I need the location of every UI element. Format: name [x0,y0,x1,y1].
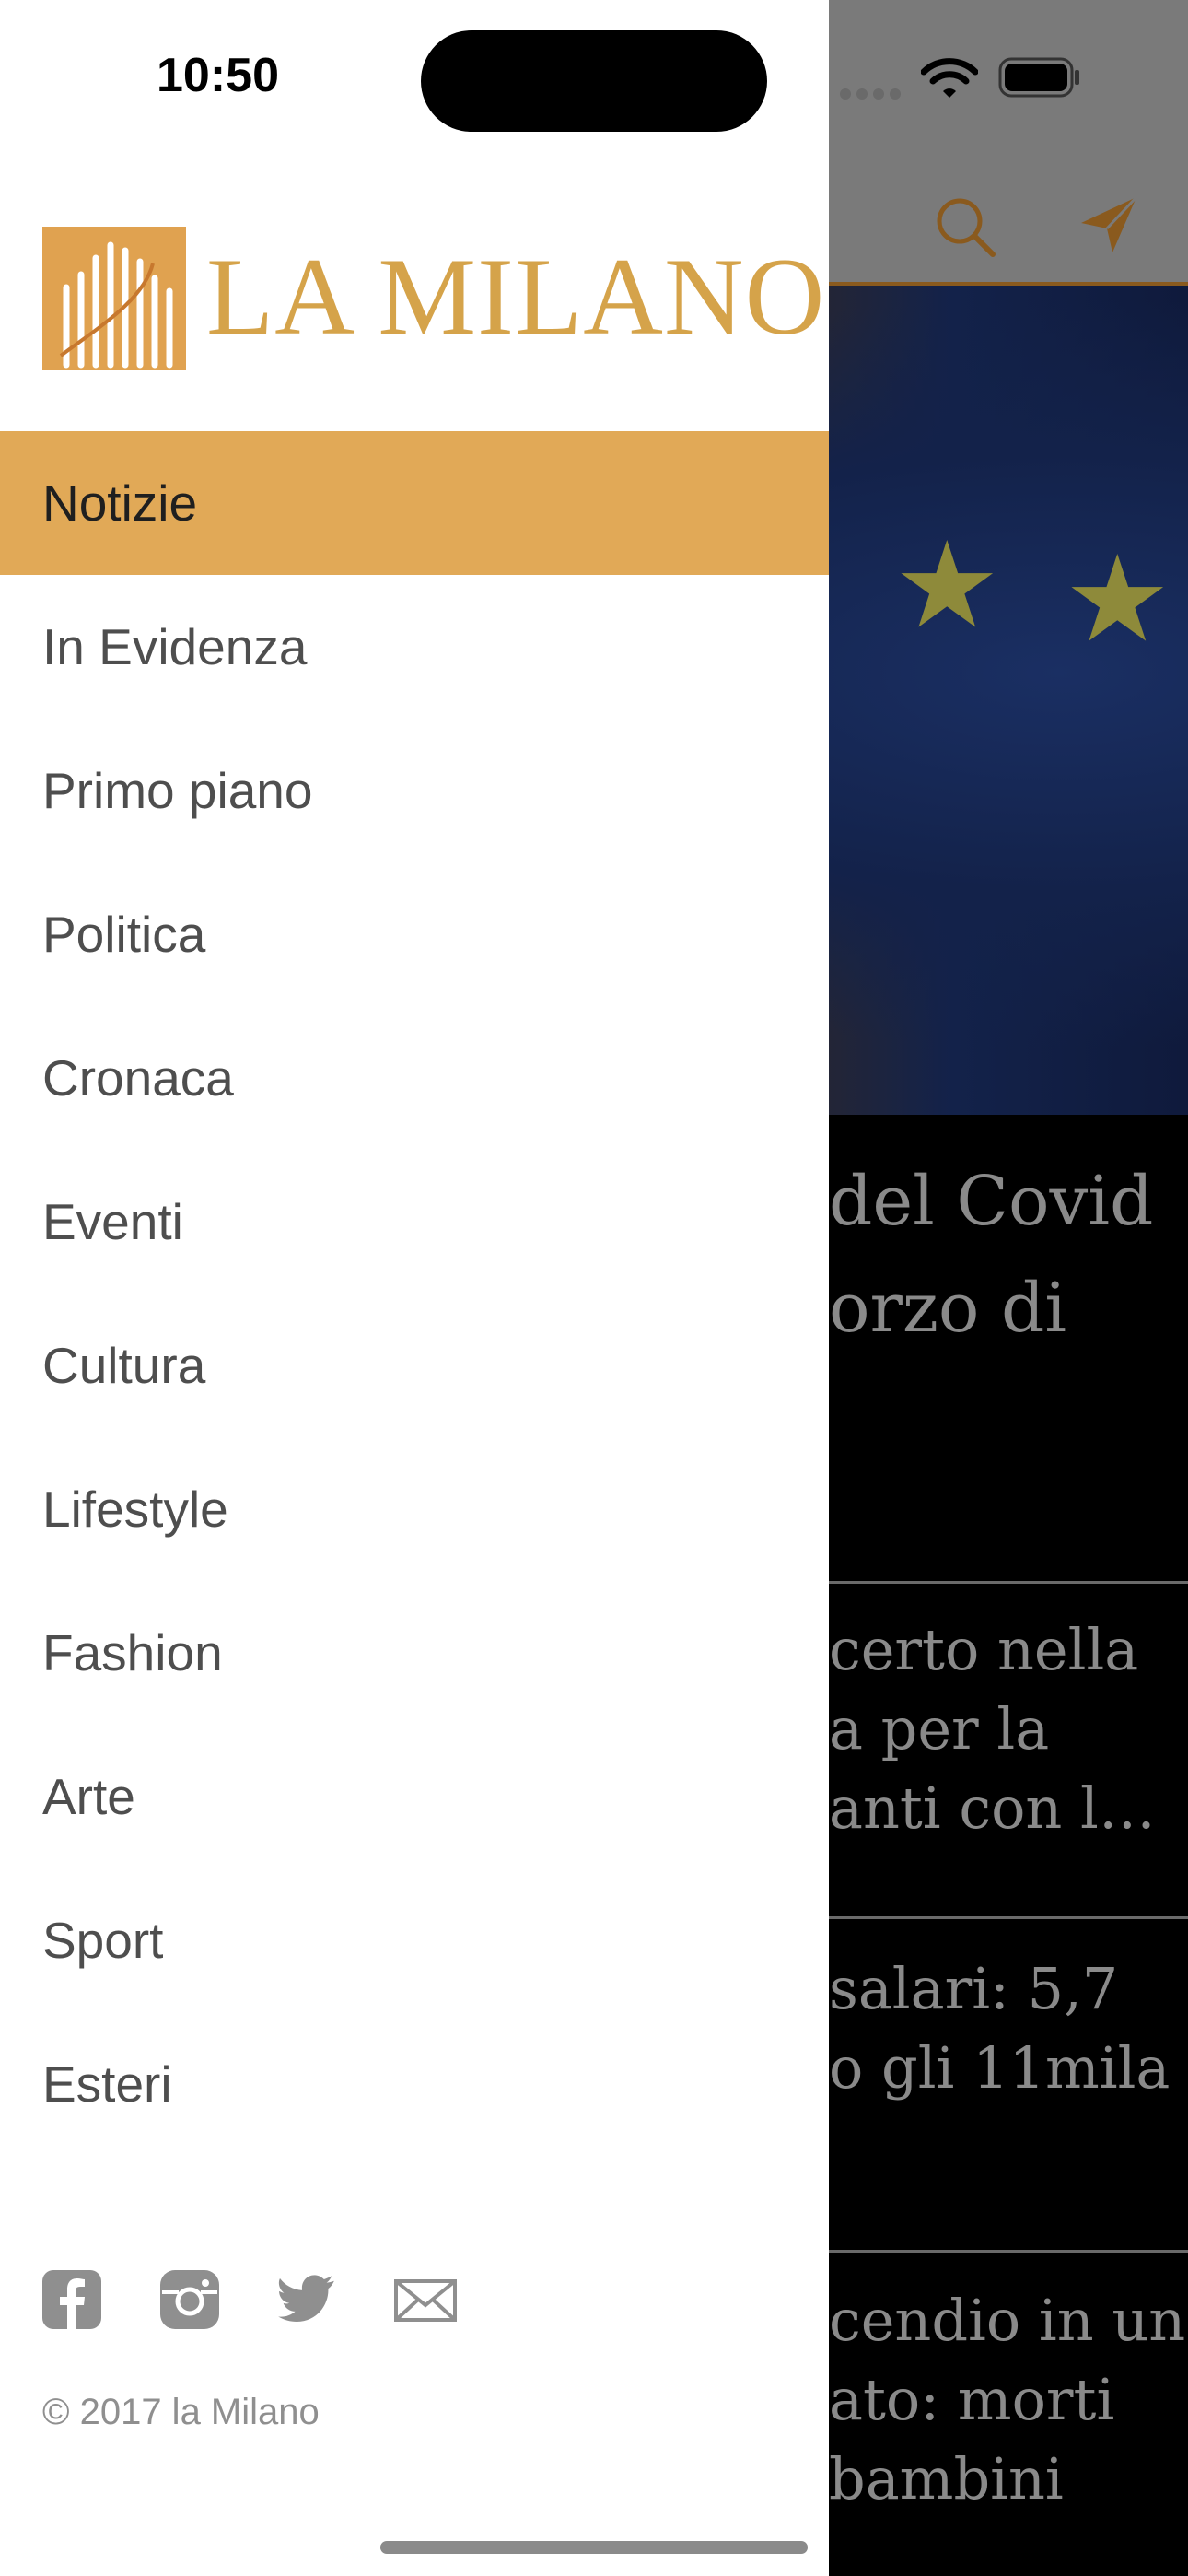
flag-star: ★ [893,515,1001,655]
copyright-text: © 2017 la Milano [42,2392,320,2432]
logo-mark-icon [42,227,186,370]
menu-item-eventi[interactable]: Eventi [0,1150,829,1294]
twitter-icon[interactable] [276,2268,339,2331]
cellular-signal-icon [840,88,901,100]
send-icon[interactable] [1076,192,1142,258]
hero-headline[interactable]: del Covid orzo di [829,1148,1153,1362]
menu-item-in-evidenza[interactable]: In Evidenza [0,575,829,719]
wifi-icon [921,58,978,98]
menu-item-arte[interactable]: Arte [0,1725,829,1868]
menu-item-cultura[interactable]: Cultura [0,1294,829,1437]
brand-name: LA MILANO [206,235,826,357]
facebook-icon[interactable] [41,2268,103,2331]
article-title[interactable]: certo nella a per la anti con l… [829,1610,1156,1848]
search-icon[interactable] [932,193,998,260]
menu-item-primo-piano[interactable]: Primo piano [0,719,829,862]
article-divider [829,2250,1188,2253]
article-divider [829,1581,1188,1584]
drawer-menu: Notizie In Evidenza Primo piano Politica… [0,431,829,2156]
menu-item-notizie[interactable]: Notizie [0,431,829,575]
dynamic-island [421,30,767,132]
instagram-icon[interactable] [158,2268,221,2331]
article-divider [829,1916,1188,1919]
menu-item-cronaca[interactable]: Cronaca [0,1006,829,1150]
article-title[interactable]: cendio in un ato: morti bambini [829,2281,1185,2519]
menu-item-esteri[interactable]: Esteri [0,2012,829,2156]
flag-star: ★ [1064,529,1171,669]
brand-logo[interactable]: LA MILANO [42,225,824,370]
menu-item-lifestyle[interactable]: Lifestyle [0,1437,829,1581]
menu-item-fashion[interactable]: Fashion [0,1581,829,1725]
menu-item-politica[interactable]: Politica [0,862,829,1006]
menu-item-sport[interactable]: Sport [0,1868,829,2012]
side-drawer: LA MILANO Notizie In Evidenza Primo pian… [0,0,829,2576]
article-title[interactable]: salari: 5,7 o gli 11mila [829,1950,1170,2108]
status-time: 10:50 [157,49,279,102]
mail-icon[interactable] [394,2268,457,2331]
battery-icon [998,57,1079,98]
social-links [41,2268,457,2331]
home-indicator[interactable] [380,2541,808,2554]
